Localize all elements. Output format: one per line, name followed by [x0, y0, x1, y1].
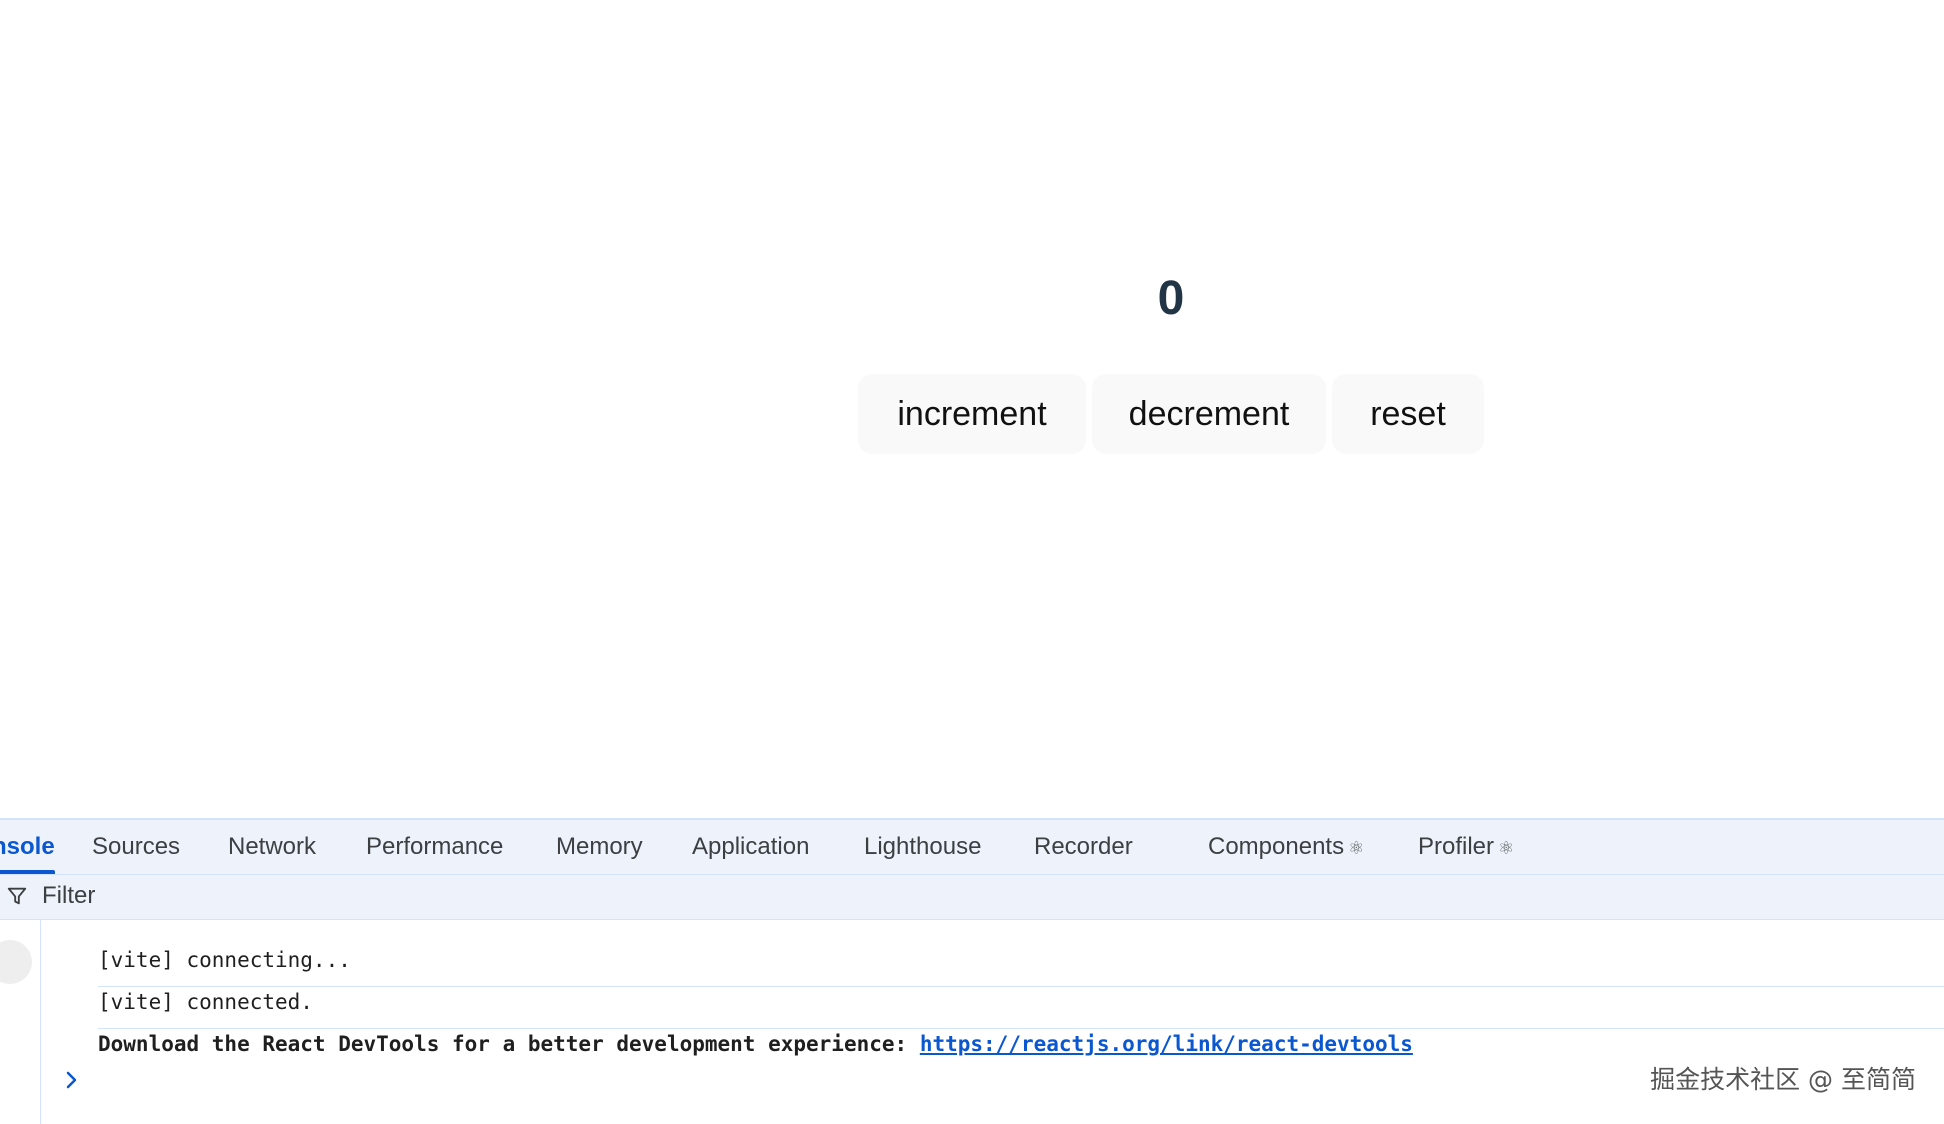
filter-input[interactable]: [36, 879, 648, 913]
react-icon: ⚛: [1348, 837, 1365, 858]
tab-memory[interactable]: Memory: [556, 820, 643, 874]
tab-label: nsole: [0, 833, 55, 860]
tab-label: Profiler: [1418, 833, 1495, 860]
tab-network[interactable]: Network: [228, 820, 316, 874]
reset-button[interactable]: reset: [1332, 374, 1484, 454]
tab-recorder[interactable]: Recorder: [1034, 820, 1133, 874]
tab-sources[interactable]: Sources: [92, 820, 180, 874]
tab-label: Sources: [92, 833, 181, 860]
tab-label: Performance: [366, 833, 504, 860]
tab-lighthouse[interactable]: Lighthouse: [864, 820, 981, 874]
console-message: [vite] connecting...: [98, 940, 351, 980]
console-prompt-chevron-icon[interactable]: [62, 1068, 82, 1092]
react-icon: ⚛: [1498, 837, 1515, 858]
console-message: [vite] connected.: [98, 982, 313, 1022]
console-filter-bar: [0, 875, 1944, 920]
tab-console[interactable]: nsole: [0, 820, 55, 874]
tab-label: Application: [692, 833, 810, 860]
watermark-text: 掘金技术社区 @ 至简简: [1650, 1065, 1916, 1094]
message-divider: [98, 986, 1944, 987]
tab-components[interactable]: Components ⚛: [1208, 820, 1364, 874]
tab-label: Network: [228, 833, 317, 860]
react-devtools-link[interactable]: https://reactjs.org/link/react-devtools: [920, 1032, 1413, 1056]
message-text: [vite] connecting...: [98, 948, 351, 972]
tab-label: Components: [1208, 833, 1345, 860]
tab-label: Memory: [556, 833, 643, 860]
counter-value: 0: [1157, 272, 1185, 325]
filter-icon[interactable]: [6, 885, 28, 907]
console-message: Download the React DevTools for a better…: [98, 1024, 1413, 1064]
tab-label: Lighthouse: [864, 833, 982, 860]
devtools-tabbar: nsole Sources Network Performance Memory…: [0, 820, 1944, 875]
tab-label: Recorder: [1034, 833, 1133, 860]
message-text: [vite] connected.: [98, 990, 313, 1014]
increment-button[interactable]: increment: [858, 374, 1086, 454]
decrement-button[interactable]: decrement: [1092, 374, 1326, 454]
tab-performance[interactable]: Performance: [366, 820, 503, 874]
message-text: Download the React DevTools for a better…: [98, 1032, 920, 1056]
app-viewport: 0 increment decrement reset: [0, 0, 1944, 818]
tab-application[interactable]: Application: [692, 820, 809, 874]
tab-profiler[interactable]: Profiler ⚛: [1418, 820, 1514, 874]
